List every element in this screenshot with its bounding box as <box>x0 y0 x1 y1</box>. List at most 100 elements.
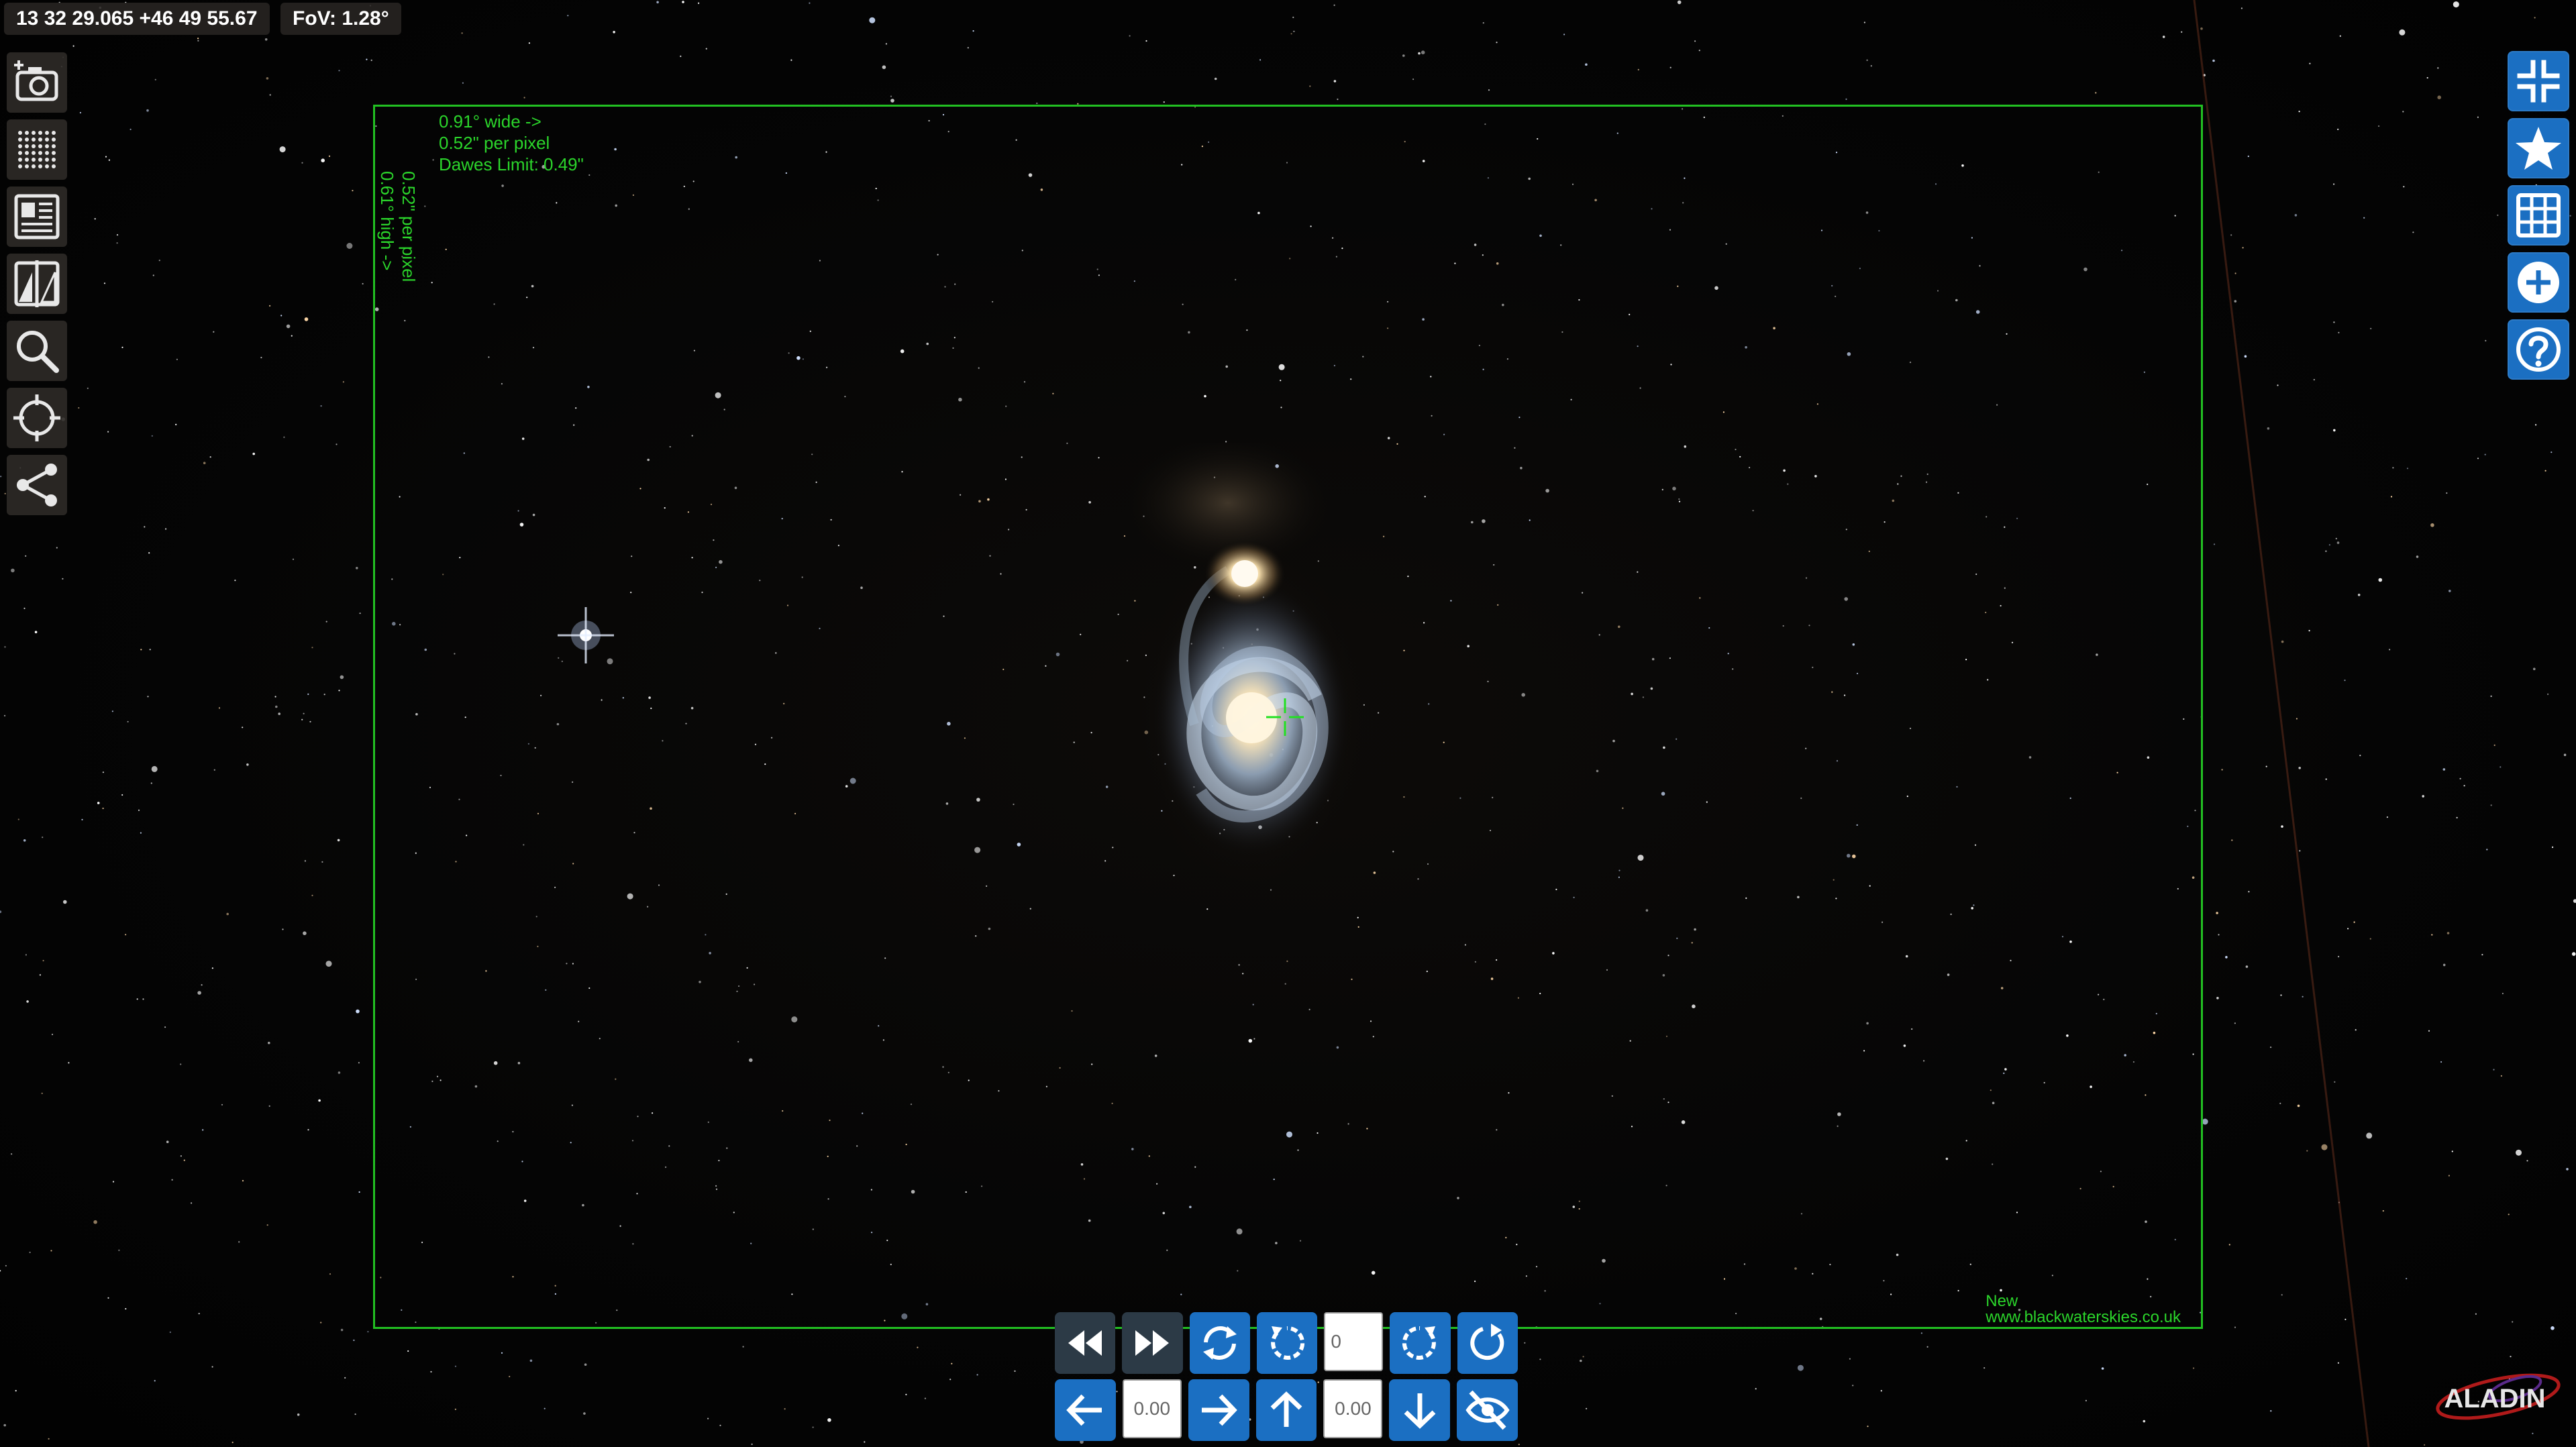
rotation-input[interactable] <box>1324 1312 1384 1371</box>
star <box>175 423 177 426</box>
star <box>2181 31 2183 33</box>
sync-button[interactable] <box>1189 1312 1250 1374</box>
star <box>1496 42 1498 44</box>
snapshot-button[interactable] <box>7 52 67 113</box>
toggle-visibility-button[interactable] <box>1457 1379 1518 1441</box>
star <box>2484 453 2486 455</box>
refresh-button[interactable] <box>1457 1312 1518 1374</box>
catalog-button[interactable] <box>7 186 67 247</box>
star <box>2101 1367 2104 1370</box>
star <box>2277 384 2279 386</box>
y-offset-input[interactable] <box>1323 1379 1383 1438</box>
arrow-right-icon <box>1202 1394 1238 1426</box>
star <box>2412 231 2414 233</box>
star <box>180 1155 182 1157</box>
star <box>112 1181 115 1183</box>
add-button[interactable] <box>2508 252 2569 313</box>
star <box>118 1249 120 1251</box>
crosshair-icon <box>1266 698 1304 736</box>
star <box>1866 59 1868 61</box>
star <box>2247 155 2249 158</box>
rotate-cw-button[interactable] <box>1390 1312 1451 1374</box>
star <box>2230 234 2232 236</box>
star <box>154 78 156 81</box>
star <box>102 807 104 810</box>
star <box>158 260 160 262</box>
rotate-ccw-button[interactable] <box>1256 1312 1318 1374</box>
star <box>325 621 327 623</box>
target-button[interactable] <box>7 388 67 448</box>
star <box>2437 95 2441 99</box>
star <box>320 1322 322 1324</box>
star <box>2451 1150 2453 1153</box>
move-left-button[interactable] <box>1055 1379 1116 1441</box>
sky-view[interactable]: 0.91° wide -> 0.52" per pixel Dawes Limi… <box>0 0 2576 1447</box>
star <box>342 381 344 383</box>
favorites-button[interactable] <box>2508 118 2569 178</box>
star <box>2298 111 2300 113</box>
star <box>15 1390 17 1392</box>
star <box>1402 54 1405 57</box>
star <box>917 1346 919 1348</box>
star <box>121 346 123 348</box>
star <box>269 94 271 96</box>
star <box>2248 891 2250 893</box>
star <box>2337 1362 2339 1364</box>
star <box>238 1241 240 1243</box>
star <box>0 476 2 478</box>
star <box>2216 912 2218 914</box>
dots-grid-icon <box>18 131 56 168</box>
star <box>17 818 19 820</box>
help-button[interactable] <box>2508 319 2569 380</box>
search-button[interactable] <box>7 321 67 381</box>
star <box>2406 1277 2408 1280</box>
star <box>1292 16 1294 18</box>
star <box>1214 77 1217 81</box>
star <box>528 42 531 44</box>
arrow-down-icon <box>1404 1393 1436 1429</box>
star <box>103 282 106 284</box>
star <box>318 1099 321 1102</box>
star <box>105 156 107 158</box>
move-down-button[interactable] <box>1389 1379 1451 1441</box>
star <box>323 694 325 696</box>
star <box>2336 541 2340 544</box>
star <box>4 714 6 716</box>
move-up-button[interactable] <box>1255 1379 1317 1441</box>
collapse-button[interactable] <box>2508 51 2569 111</box>
star <box>2497 214 2499 216</box>
star <box>62 578 64 580</box>
star <box>176 358 178 360</box>
x-offset-input[interactable] <box>1122 1379 1182 1438</box>
star <box>231 1442 234 1444</box>
star <box>268 1041 270 1044</box>
star <box>2325 778 2327 780</box>
star <box>121 794 123 796</box>
move-right-button[interactable] <box>1188 1379 1249 1441</box>
fast-forward-button[interactable] <box>1122 1312 1183 1374</box>
star <box>613 31 615 34</box>
collapse-arrows-icon <box>2517 60 2560 103</box>
star <box>698 2 700 4</box>
search-icon <box>17 331 59 373</box>
star <box>201 984 203 986</box>
grid-button[interactable] <box>2508 185 2569 246</box>
star <box>107 1297 109 1299</box>
star <box>2446 492 2448 494</box>
star <box>1129 35 1131 37</box>
layers-button[interactable] <box>7 119 67 180</box>
star <box>976 1374 978 1376</box>
star <box>197 40 199 42</box>
star <box>246 763 249 766</box>
star <box>93 1220 97 1224</box>
star <box>1863 21 1865 23</box>
rewind-button[interactable] <box>1055 1312 1116 1374</box>
star <box>344 1377 346 1379</box>
star <box>338 690 340 692</box>
star <box>291 335 293 337</box>
compare-button[interactable] <box>7 254 67 314</box>
share-button[interactable] <box>7 455 67 515</box>
star <box>1293 30 1295 32</box>
star <box>2424 1444 2426 1446</box>
star <box>812 1426 814 1428</box>
